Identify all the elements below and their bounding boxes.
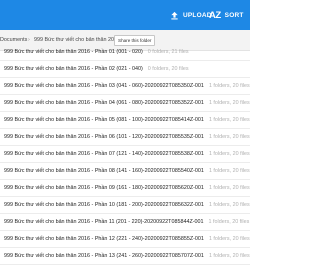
folder-name: 999 Bức thư viết cho bản thân 2016 - Phầ… [4,219,204,225]
folder-row[interactable]: 999 Bức thư viết cho bản thân 2016 - Phầ… [0,146,250,163]
folder-name-link[interactable]: 999 Bức thư viết cho bản thân 2016 - Phầ… [4,44,189,61]
folder-name-link[interactable]: 999 Bức thư viết cho bản thân 2016 - Phầ… [4,146,250,163]
folder-row[interactable]: 999 Bức thư viết cho bản thân 2016 - Phầ… [0,231,250,248]
upload-label: UPLOAD [183,11,212,19]
folder-row[interactable]: 999 Bức thư viết cho bản thân 2016 - Phầ… [0,163,250,180]
folder-name: 999 Bức thư viết cho bản thân 2016 - Phầ… [4,202,204,208]
folder-meta: 1 folders, 20 files [208,117,250,123]
folder-row[interactable]: 999 Bức thư viết cho bản thân 2016 - Phầ… [0,61,250,78]
upload-icon [171,11,178,19]
folder-name-link[interactable]: 999 Bức thư viết cho bản thân 2016 - Phầ… [4,112,250,129]
folder-name-link[interactable]: 999 Bức thư viết cho bản thân 2016 - Phầ… [4,248,250,265]
folder-name-link[interactable]: 999 Bức thư viết cho bản thân 2016 - Phầ… [4,95,250,112]
folder-meta: 1 folders, 20 files [208,100,250,106]
sort-label: SORT [224,11,244,19]
folder-row[interactable]: 999 Bức thư viết cho bản thân 2016 - Phầ… [0,214,250,231]
folder-meta: 1 folders, 20 files [208,202,250,208]
folder-name: 999 Bức thư viết cho bản thân 2016 - Phầ… [4,83,204,89]
upload-button[interactable]: UPLOAD [170,0,212,30]
folder-name-link[interactable]: 999 Bức thư viết cho bản thân 2016 - Phầ… [4,180,250,197]
folder-name-link[interactable]: 999 Bức thư viết cho bản thân 2016 - Phầ… [4,163,250,180]
folder-row[interactable]: 999 Bức thư viết cho bản thân 2016 - Phầ… [0,129,250,146]
folder-name-link[interactable]: 999 Bức thư viết cho bản thân 2016 - Phầ… [4,129,250,146]
folder-name: 999 Bức thư viết cho bản thân 2016 - Phầ… [4,134,204,140]
folder-name-link[interactable]: 999 Bức thư viết cho bản thân 2016 - Phầ… [4,78,250,95]
folder-name: 999 Bức thư viết cho bản thân 2016 - Phầ… [4,117,204,123]
folder-name: 999 Bức thư viết cho bản thân 2016 - Phầ… [4,253,204,259]
folder-row[interactable]: 999 Bức thư viết cho bản thân 2016 - Phầ… [0,112,250,129]
folder-name: 999 Bức thư viết cho bản thân 2016 - Phầ… [4,151,204,157]
folder-name-link[interactable]: 999 Bức thư viết cho bản thân 2016 - Phầ… [4,197,250,214]
sort-button[interactable]: AZ SORT [209,0,244,30]
folder-row[interactable]: 999 Bức thư viết cho bản thân 2016 - Phầ… [0,180,250,197]
folder-row[interactable]: 999 Bức thư viết cho bản thân 2016 - Phầ… [0,95,250,112]
folder-name-link[interactable]: 999 Bức thư viết cho bản thân 2016 - Phầ… [4,214,249,231]
folder-name: 999 Bức thư viết cho bản thân 2016 - Phầ… [4,100,204,106]
folder-row[interactable]: 999 Bức thư viết cho bản thân 2016 - Phầ… [0,197,250,214]
folder-meta: 0 folders, 21 files [147,49,189,55]
folder-meta: 1 folders, 20 files [208,134,250,140]
folder-meta: 1 folders, 20 files [208,83,250,89]
folder-row[interactable]: 999 Bức thư viết cho bản thân 2016 - Phầ… [0,44,250,61]
folder-name: 999 Bức thư viết cho bản thân 2016 - Phầ… [4,236,204,242]
sort-az-icon: AZ [209,9,221,21]
folder-name: 999 Bức thư viết cho bản thân 2016 - Phầ… [4,168,204,174]
folder-meta: 1 folders, 20 files [208,151,250,157]
folder-row[interactable]: 999 Bức thư viết cho bản thân 2016 - Phầ… [0,78,250,95]
folder-meta: 0 folders, 20 files [147,66,189,72]
folder-meta: 1 folders, 20 files [208,168,250,174]
folder-meta: 1 folders, 20 files [208,185,250,191]
folder-row[interactable]: 999 Bức thư viết cho bản thân 2016 - Phầ… [0,248,250,265]
folder-name-link[interactable]: 999 Bức thư viết cho bản thân 2016 - Phầ… [4,231,250,248]
folder-name: 999 Bức thư viết cho bản thân 2016 - Phầ… [4,66,143,72]
folder-name: 999 Bức thư viết cho bản thân 2016 - Phầ… [4,49,143,55]
folder-meta: 1 folders, 20 files [208,219,250,225]
folder-name: 999 Bức thư viết cho bản thân 2016 - Phầ… [4,185,204,191]
folder-meta: 1 folders, 20 files [208,236,250,242]
folder-meta: 1 folders, 20 files [208,253,250,259]
top-toolbar: UPLOAD AZ SORT [0,0,250,30]
folder-name-link[interactable]: 999 Bức thư viết cho bản thân 2016 - Phầ… [4,61,189,78]
